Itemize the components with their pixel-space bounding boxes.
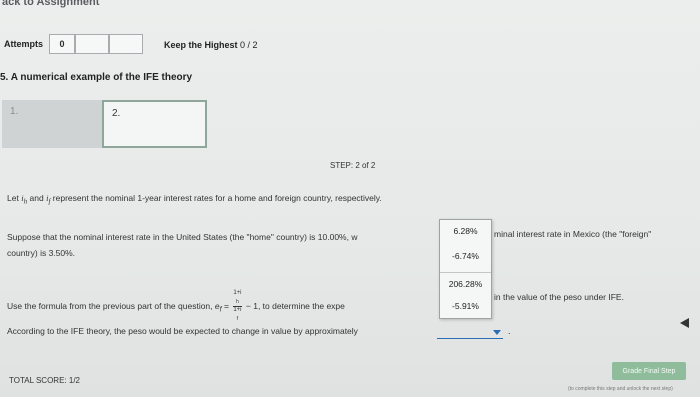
keep-highest-value: 0 / 2 [240,40,258,50]
fraction-numerator: 1+i h [233,290,242,308]
suppose-line-2: country) is 3.50%. [7,248,76,258]
formula-suffix: − 1, to determine the expe [245,300,345,311]
total-score: TOTAL SCORE: 1/2 [9,376,80,385]
ih-subscript: h [23,197,28,206]
keep-highest: Keep the Highest 0 / 2 [164,40,258,50]
chevron-down-icon[interactable] [493,330,501,335]
step-tab-1[interactable]: 1. [2,100,109,148]
grade-note: (to complete this step and unlock the ne… [568,386,673,392]
intro-suffix: represent the nominal 1-year interest ra… [52,193,382,203]
sentence-period: . [508,326,511,336]
according-text: According to the IFE theory, the peso wo… [7,326,358,336]
step-tab-2[interactable]: 2. [102,100,207,148]
back-to-assignment-link[interactable]: ack to Assignment [2,0,99,8]
intro-prefix: Let [7,193,19,203]
denominator-text: 1+i [233,307,242,314]
suppose-line-1: Suppose that the nominal interest rate i… [7,232,358,242]
formula-prefix: Use the formula from the previous part o… [7,300,213,311]
formula-text-right: in the value of the peso under IFE. [494,292,624,302]
formula-equals: = [223,300,229,311]
step-tab-2-label: 2. [112,108,121,119]
suppose-text: Suppose that the nominal interest rate i… [7,229,447,261]
fraction-denominator: 1+i f [233,307,241,323]
denominator-subscript: f [236,316,239,323]
attempts-count: 0 [49,34,76,54]
dropdown-option[interactable]: -6.74% [440,245,491,267]
step-tab-1-label: 1. [10,106,19,117]
attempt-slot-1 [75,34,110,54]
answer-dropdown-list: 6.28% -6.74% 206.28% -5.91% [439,219,492,319]
keep-highest-label: Keep the Highest [164,40,238,50]
attempt-slot-2 [109,34,144,54]
intro-mid: and [29,193,44,203]
attempts-label: Attempts [4,39,44,49]
answer-select[interactable] [437,327,503,339]
grade-final-step-button[interactable]: Grade Final Step [612,362,686,380]
step-tabs: 1. 2. [2,100,207,152]
dropdown-option[interactable]: 206.28% [440,272,491,294]
section-title: 5. A numerical example of the IFE theory [0,72,193,83]
mouse-cursor-icon [680,318,689,328]
dropdown-option[interactable]: 6.28% [440,220,491,242]
if-variable: if [46,193,51,206]
ef-variable: ef [215,301,222,314]
intro-text: Let ih and if represent the nominal 1-ye… [7,193,382,206]
formula-text: Use the formula from the previous part o… [7,290,345,323]
dropdown-option[interactable]: -5.91% [440,295,491,317]
numerator-text: 1+i [233,290,242,296]
attempts-row: Attempts 0 [4,34,144,54]
step-indicator: STEP: 2 of 2 [330,161,376,170]
numerator-subscript: h [236,299,239,306]
if-subscript: f [48,197,51,206]
ef-subscript: f [219,305,222,314]
ih-variable: ih [21,193,28,206]
suppose-text-right: minal interest rate in Mexico (the "fore… [494,229,652,239]
formula-fraction: 1+i h 1+i f [233,290,242,323]
assignment-page: ack to Assignment Attempts 0 Keep the Hi… [0,0,700,397]
